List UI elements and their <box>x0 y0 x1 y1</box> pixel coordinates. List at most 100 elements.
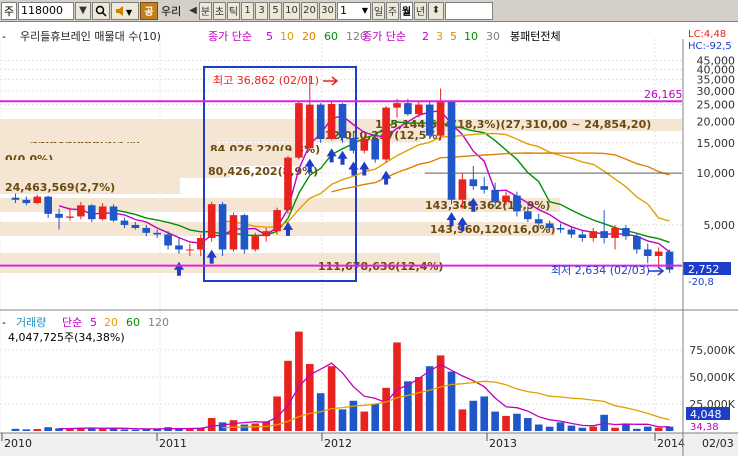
candle-body <box>11 197 20 200</box>
volume-bar <box>654 427 663 431</box>
date-label: 2011 <box>159 437 187 450</box>
volume-bar <box>360 411 369 431</box>
tab-3[interactable]: 3 <box>255 1 268 20</box>
price-tick-label: 15,000 <box>697 137 736 150</box>
candle-body <box>33 196 42 204</box>
volume-bar <box>240 424 249 431</box>
legend-ma2-period: 2 <box>422 30 429 43</box>
candle-body <box>567 229 576 235</box>
profile-label: 165,144,614(18,3%)(27,310,00 ~ 24,854,20… <box>375 118 651 131</box>
volume-bar <box>458 409 467 431</box>
candle-body <box>295 103 303 158</box>
volume-bar <box>513 413 521 431</box>
volume-bar <box>393 342 401 431</box>
candle-body <box>371 138 380 160</box>
candle-body <box>44 196 52 214</box>
candle-body <box>109 206 118 221</box>
legend-title: 우리들휴브레인 매물대 수(10) <box>20 30 161 43</box>
volume-bar <box>469 400 478 431</box>
legend-ma-period: 20 <box>302 30 316 43</box>
tab-year[interactable]: 년 <box>414 1 427 20</box>
magnifier-icon[interactable] <box>92 1 110 20</box>
volume-bar <box>425 366 434 431</box>
candle-body <box>665 251 674 270</box>
tab-tick[interactable]: 틱 <box>227 1 240 20</box>
volume-bar <box>414 377 423 431</box>
chart-svg[interactable]: 34,814,606(3,9%)84,026,220(9,3%)0(0,0%)8… <box>0 23 738 456</box>
tab-minute[interactable]: 분 <box>199 1 212 20</box>
candle-body <box>654 251 663 257</box>
dropdown-arrow-icon[interactable]: ▼ <box>75 1 91 20</box>
candle-body <box>458 179 467 200</box>
tab-10[interactable]: 10 <box>283 1 300 20</box>
tab-month[interactable]: 월 <box>400 1 413 20</box>
volume-bar <box>131 429 140 431</box>
date-label: 02/03 <box>702 437 734 450</box>
volume-bar <box>11 428 20 431</box>
candle-body <box>491 189 499 202</box>
candle-body <box>502 195 510 202</box>
low-label: 최저 2,634 (02/03) <box>551 264 650 277</box>
chart-background <box>0 23 738 456</box>
volume-bar <box>218 422 227 431</box>
volume-bar <box>643 426 652 431</box>
volume-bar <box>371 404 380 431</box>
volume-bar <box>491 411 499 431</box>
chart-area[interactable]: 34,814,606(3,9%)84,026,220(9,3%)0(0,0%)8… <box>0 23 738 456</box>
candle-body <box>218 204 227 250</box>
candle-body <box>66 216 74 218</box>
legend-lc: LC:4,48 <box>688 29 726 40</box>
candle-body <box>436 101 445 136</box>
volume-bar <box>502 415 510 431</box>
candle-body <box>425 104 434 136</box>
volume-bar <box>567 425 576 431</box>
candle-body <box>131 224 140 228</box>
candle-body <box>447 101 456 200</box>
candle-body <box>622 227 630 237</box>
candle-body <box>360 138 369 151</box>
candle-body <box>164 234 172 246</box>
candle-body <box>98 206 107 220</box>
price-tick-label: 5,000 <box>704 219 736 232</box>
gong-button[interactable]: 공 <box>140 1 158 20</box>
profile-label: 24,463,569(2,7%) <box>5 181 115 194</box>
tab-1[interactable]: 1 <box>241 1 254 20</box>
candle-body <box>196 237 205 250</box>
tab-30[interactable]: 30 <box>319 1 336 20</box>
tab-5[interactable]: 5 <box>269 1 282 20</box>
candle-body <box>186 249 194 251</box>
left-arrow-icon[interactable]: ◀ <box>188 2 198 20</box>
updown-arrow-icon[interactable]: ⬍ <box>428 1 444 20</box>
date-label: 2014 <box>657 437 685 450</box>
speaker-icon[interactable]: ▼ <box>111 1 139 20</box>
tab-day[interactable]: 일 <box>372 1 385 20</box>
market-select[interactable]: 주 <box>1 1 17 20</box>
legend-ma-period: 5 <box>266 30 273 43</box>
legend-ma2-period: 3 <box>436 30 443 43</box>
date-label: 2010 <box>4 437 32 450</box>
candle-body <box>556 227 565 230</box>
legend-ma-period: 10 <box>280 30 294 43</box>
high-label: 최고 36,862 (02/01) <box>213 74 319 87</box>
volume-bar <box>480 396 489 431</box>
tab-20[interactable]: 20 <box>301 1 318 20</box>
volume-bar <box>327 366 336 431</box>
candle-body <box>153 232 161 235</box>
legend-hc: HC:-92,5 <box>688 41 732 52</box>
candle-body <box>273 210 281 232</box>
tab-second[interactable]: 초 <box>213 1 226 20</box>
count-select[interactable]: 1 ▼ <box>337 1 371 20</box>
resistance-label: 26,165 <box>644 88 683 101</box>
tab-week[interactable]: 주 <box>386 1 399 20</box>
volume-legend-bullet: - <box>2 316 6 329</box>
volume-bar <box>22 429 31 431</box>
volume-bar <box>44 427 52 431</box>
price-tick-label: 30,000 <box>697 85 736 98</box>
candle-body <box>262 231 271 237</box>
volume-legend-title: 거래량 <box>16 316 46 329</box>
extra-input[interactable] <box>445 1 493 20</box>
volume-legend-period: 5 <box>90 316 97 329</box>
candle-body <box>469 179 478 187</box>
candle-body <box>175 245 183 250</box>
code-input[interactable]: 118000 <box>18 1 74 20</box>
